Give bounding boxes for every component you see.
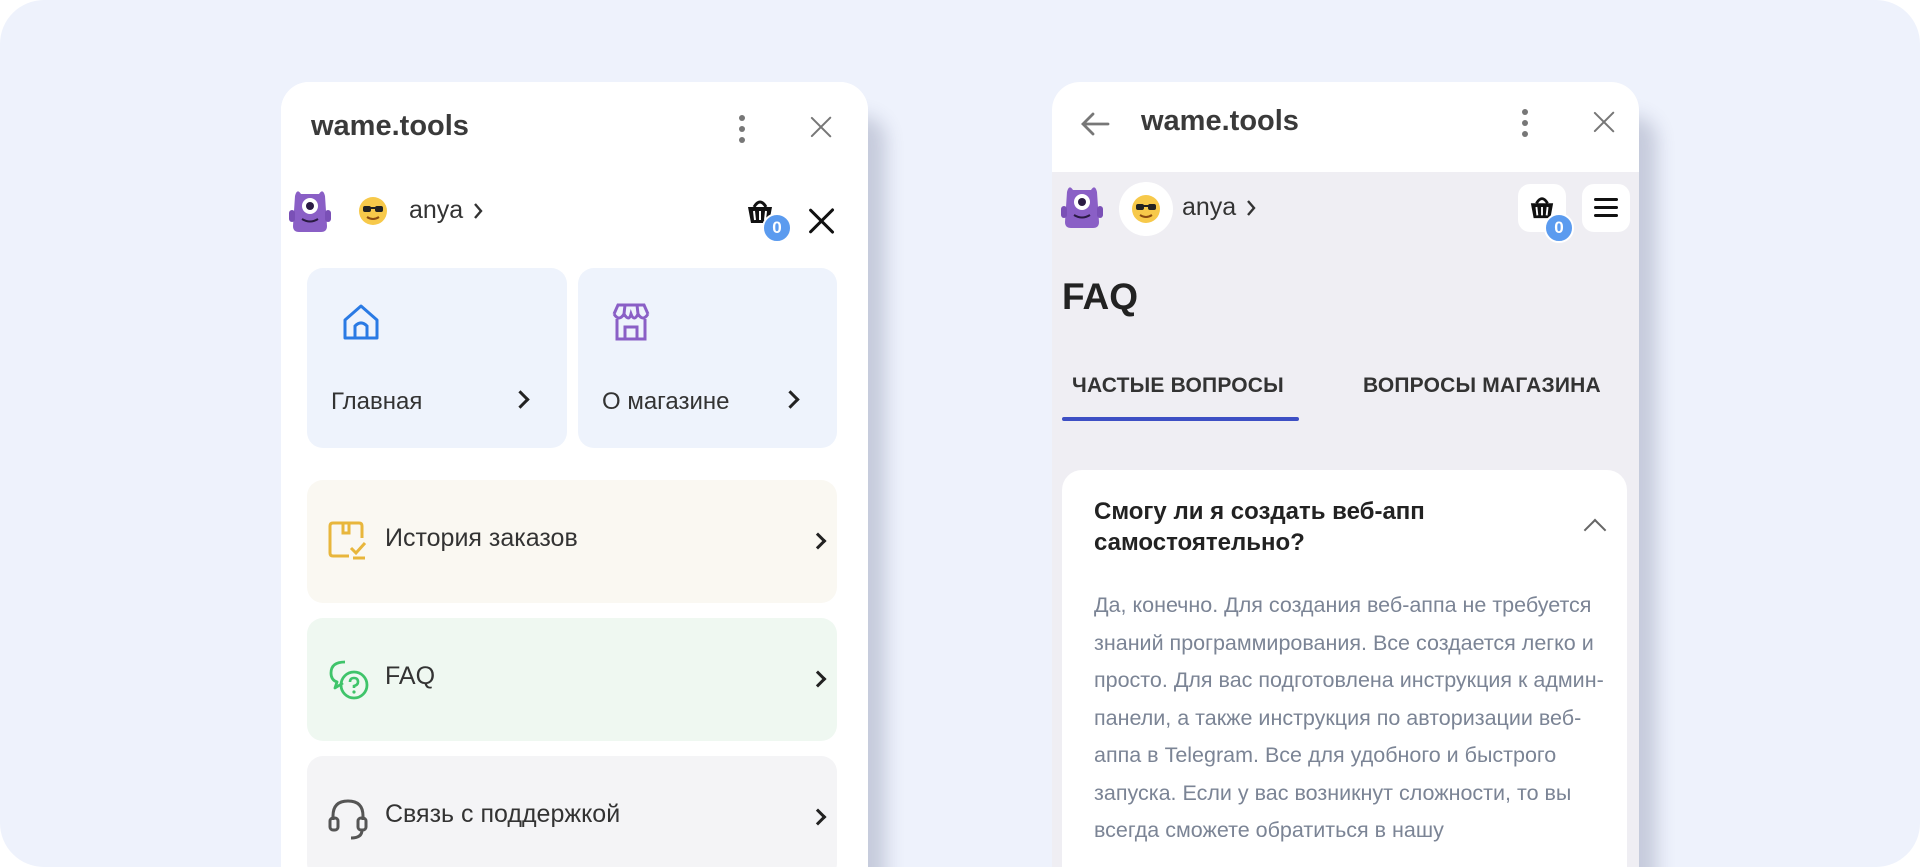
- tab-frequent-questions[interactable]: ЧАСТЫЕ ВОПРОСЫ: [1072, 374, 1284, 398]
- canvas: wame.tools anya 0 Главная О магазине Ист…: [0, 0, 1920, 867]
- more-menu-icon[interactable]: [738, 115, 746, 145]
- close-icon[interactable]: [1592, 110, 1616, 134]
- chevron-up-icon[interactable]: [1583, 518, 1607, 542]
- back-arrow-icon[interactable]: [1080, 111, 1110, 137]
- menu-screen: wame.tools anya 0 Главная О магазине Ист…: [281, 82, 868, 867]
- tab-store-questions[interactable]: ВОПРОСЫ МАГАЗИНА: [1363, 374, 1601, 398]
- close-icon[interactable]: [809, 115, 833, 139]
- chevron-right-icon: [511, 390, 530, 409]
- order-history-icon: [328, 521, 367, 560]
- mascot-icon[interactable]: [289, 186, 331, 234]
- chevron-right-icon[interactable]: [473, 202, 483, 220]
- faq-item[interactable]: Смогу ли я создать веб-апп самостоятельн…: [1062, 470, 1627, 867]
- username[interactable]: anya: [1182, 193, 1236, 222]
- avatar[interactable]: [1119, 182, 1173, 236]
- title-bar: wame.tools: [281, 82, 868, 172]
- chevron-right-icon: [809, 808, 827, 826]
- faq-icon: [329, 660, 369, 700]
- title-bar: wame.tools: [1052, 82, 1639, 172]
- username[interactable]: anya: [409, 196, 463, 225]
- avatar-icon: [1132, 195, 1160, 223]
- chevron-right-icon: [809, 532, 827, 550]
- chevron-right-icon: [781, 390, 800, 409]
- menu-item-label: FAQ: [385, 662, 436, 690]
- home-icon: [343, 304, 379, 340]
- chevron-right-icon: [809, 670, 827, 688]
- tile-home-label: Главная: [331, 388, 423, 415]
- menu-item-faq[interactable]: FAQ: [307, 618, 837, 741]
- tile-about-store[interactable]: О магазине: [578, 268, 837, 448]
- cart-count-badge: 0: [1544, 213, 1574, 243]
- page-title: FAQ: [1062, 276, 1139, 317]
- menu-item-support[interactable]: Связь с поддержкой: [307, 756, 837, 867]
- menu-item-label: Связь с поддержкой: [385, 800, 621, 828]
- store-icon: [612, 303, 650, 341]
- user-header: anya 0: [281, 172, 868, 272]
- menu-button[interactable]: [1582, 184, 1630, 232]
- user-header: anya 0: [1052, 172, 1639, 272]
- active-tab-indicator: [1062, 417, 1299, 421]
- app-title: wame.tools: [1141, 105, 1299, 137]
- app-title: wame.tools: [311, 110, 469, 142]
- more-menu-icon[interactable]: [1521, 109, 1529, 139]
- faq-question: Смогу ли я создать веб-апп самостоятельн…: [1094, 498, 1425, 556]
- tile-about-label: О магазине: [602, 388, 730, 415]
- headset-icon: [328, 799, 368, 840]
- chevron-right-icon[interactable]: [1246, 199, 1256, 217]
- menu-item-label: История заказов: [385, 524, 578, 552]
- faq-screen: wame.tools anya 0 FAQ ЧАСТЫЕ ВОПРОСЫ ВОП…: [1052, 82, 1639, 867]
- tile-home[interactable]: Главная: [307, 268, 567, 448]
- cart-count-badge: 0: [762, 213, 792, 243]
- faq-answer: Да, конечно. Для создания веб-аппа не тр…: [1094, 593, 1604, 842]
- menu-item-order-history[interactable]: История заказов: [307, 480, 837, 603]
- mascot-icon[interactable]: [1061, 182, 1103, 230]
- close-menu-icon[interactable]: [809, 209, 833, 233]
- avatar-icon[interactable]: [358, 196, 388, 226]
